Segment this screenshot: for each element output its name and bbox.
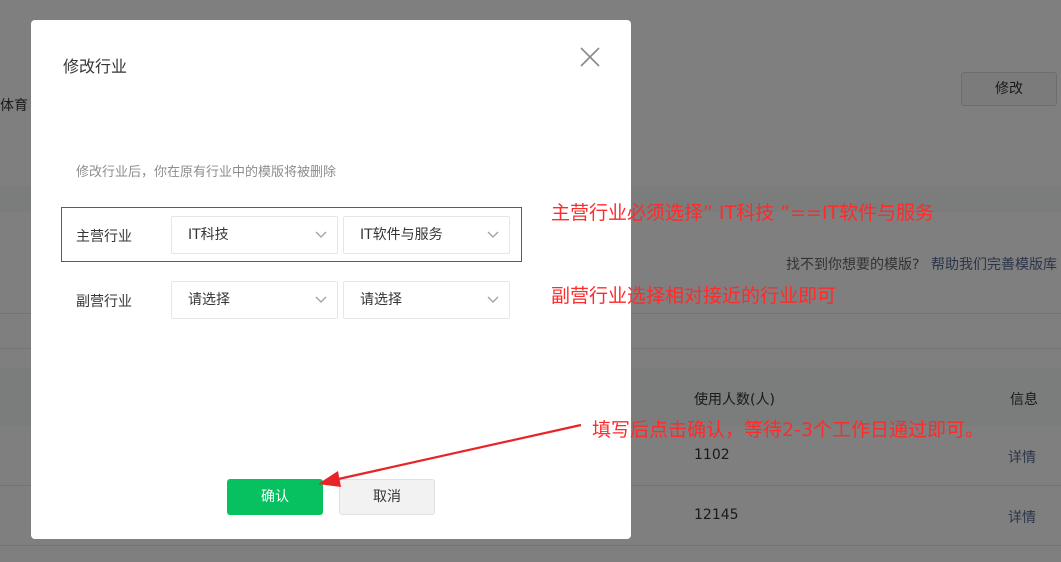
select-value: 请选择 [360, 292, 402, 308]
modify-industry-dialog: 修改行业 修改行业后，你在原有行业中的模版将被删除 主营行业 IT科技 IT软件… [31, 20, 631, 539]
close-icon[interactable] [578, 45, 602, 69]
dialog-title: 修改行业 [63, 57, 128, 76]
annotation-highlight-box [61, 207, 522, 262]
secondary-industry-select-1[interactable]: 请选择 [171, 281, 338, 319]
cancel-button[interactable]: 取消 [339, 479, 435, 515]
confirm-button[interactable]: 确认 [227, 479, 323, 515]
chevron-down-icon [487, 296, 499, 303]
annotation-note-secondary: 副营行业选择相对接近的行业即可 [551, 285, 837, 307]
annotation-note-confirm: 填写后点击确认，等待2-3个工作日通过即可。 [592, 419, 985, 441]
chevron-down-icon [315, 296, 327, 303]
annotation-note-primary: 主营行业必须选择” IT科技 ”==IT软件与服务 [551, 202, 935, 224]
dialog-tip: 修改行业后，你在原有行业中的模版将被删除 [76, 165, 337, 180]
secondary-industry-select-2[interactable]: 请选择 [343, 281, 510, 319]
secondary-industry-label: 副营行业 [76, 294, 132, 310]
select-value: 请选择 [188, 292, 230, 308]
